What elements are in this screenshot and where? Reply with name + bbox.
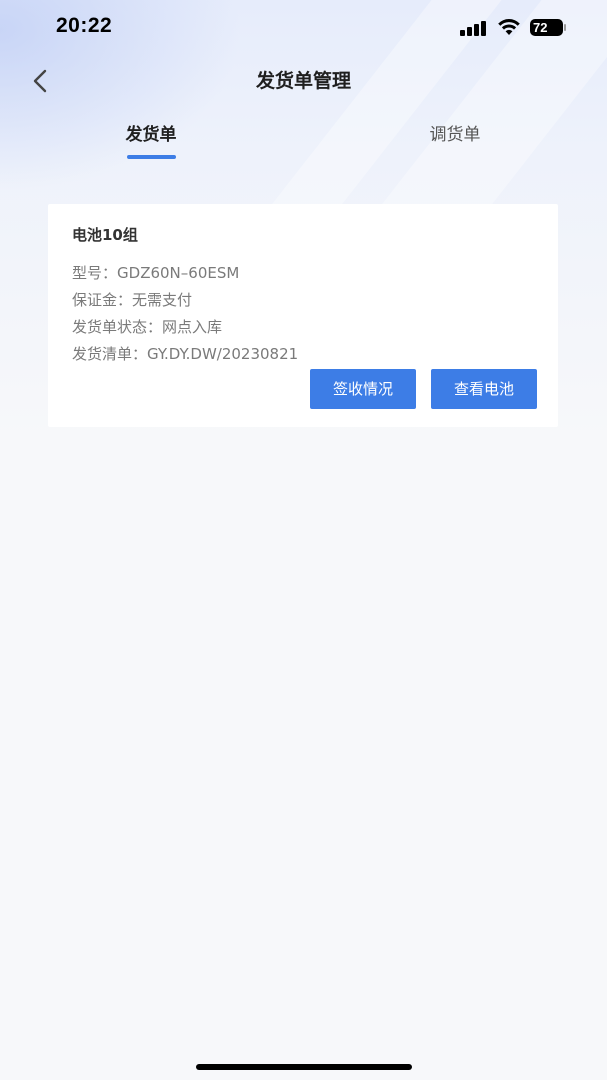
deposit-row: 保证金：无需支付 (72, 289, 192, 310)
manifest-value: GY.DY.DW/20230821 (147, 345, 299, 363)
status-value: 网点入库 (162, 318, 223, 336)
status-time: 20:22 (56, 14, 113, 37)
manifest-label: 发货清单： (72, 345, 148, 363)
deposit-value: 无需支付 (132, 291, 193, 309)
wifi-icon (498, 19, 520, 35)
tab-delivery-note[interactable]: 发货单 (96, 120, 206, 145)
delivery-card: 电池10组 型号：GDZ60N–60ESM 保证金：无需支付 发货单状态：网点入… (48, 204, 558, 427)
model-label: 型号： (72, 264, 118, 282)
cellular-signal-icon (460, 20, 488, 36)
sign-status-button[interactable]: 签收情况 (310, 369, 416, 409)
battery-level: 72 (533, 20, 548, 35)
view-battery-button[interactable]: 查看电池 (431, 369, 537, 409)
deposit-label: 保证金： (72, 291, 133, 309)
tab-transfer-note[interactable]: 调货单 (400, 120, 510, 145)
status-row: 发货单状态：网点入库 (72, 316, 222, 337)
status-bar: 20:22 72 (0, 0, 607, 56)
card-title: 电池10组 (72, 226, 138, 244)
tab-active-indicator (127, 155, 176, 159)
status-label: 发货单状态： (72, 318, 163, 336)
home-indicator (196, 1064, 412, 1070)
model-row: 型号：GDZ60N–60ESM (72, 262, 239, 283)
page-title: 发货单管理 (255, 70, 351, 92)
model-value: GDZ60N–60ESM (117, 264, 240, 282)
manifest-row: 发货清单：GY.DY.DW/20230821 (72, 343, 298, 364)
battery-icon: 72 (530, 19, 563, 36)
battery-nub (564, 24, 566, 31)
